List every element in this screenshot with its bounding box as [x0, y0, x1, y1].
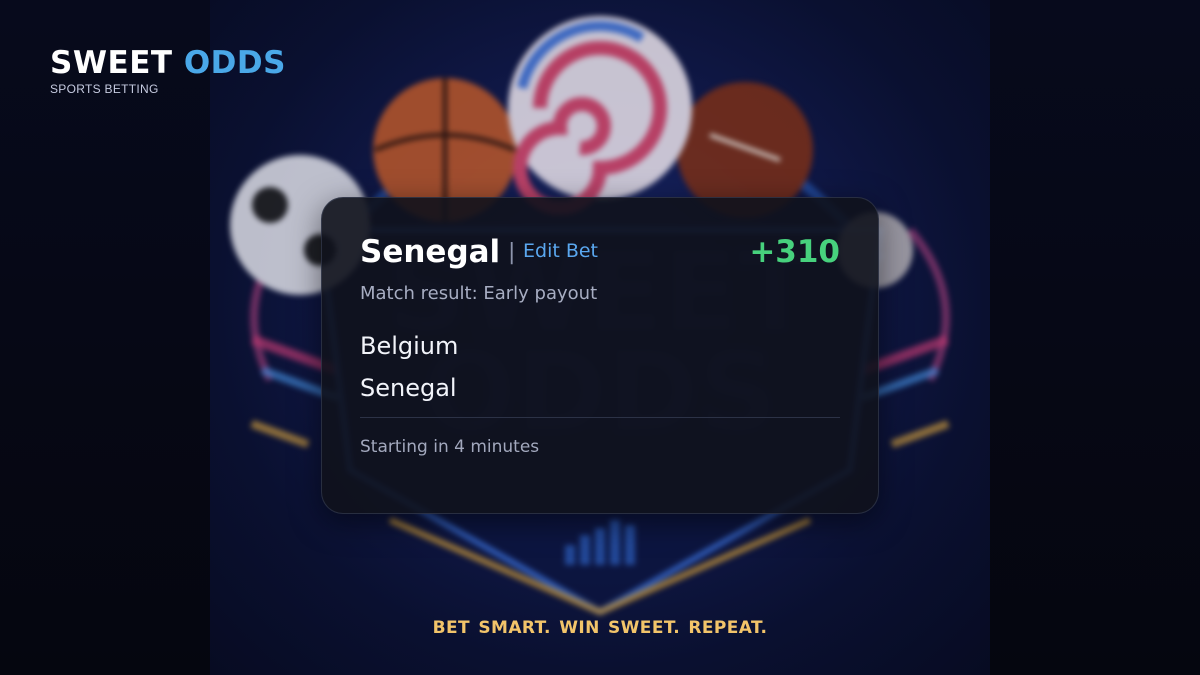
header-separator: |	[508, 240, 516, 265]
brand-subtitle: SPORTS BETTING	[50, 82, 159, 96]
right-backdrop	[990, 0, 1200, 675]
edit-bet-link[interactable]: Edit Bet	[523, 236, 598, 266]
brand-name: SWEET ODDS	[50, 44, 286, 82]
bet-odds: +310	[749, 234, 840, 270]
match-start-status: Starting in 4 minutes	[360, 437, 540, 457]
left-backdrop	[0, 0, 210, 675]
tagline: BET SMART. WIN SWEET. REPEAT.	[432, 618, 768, 638]
bet-card-header: Senegal | Edit Bet +310	[360, 232, 840, 272]
brand-name-primary: SWEET	[50, 45, 173, 81]
card-divider	[360, 417, 840, 418]
team-home: Belgium	[360, 332, 459, 360]
team-away: Senegal	[360, 374, 457, 402]
bet-selection: Senegal	[360, 234, 501, 270]
brand-logo: SWEET ODDS SPORTS BETTING	[50, 44, 286, 96]
screen: SWEET ODDS SWEET ODDS SPORTS BETTING Sen…	[0, 0, 1200, 675]
bet-card: Senegal | Edit Bet +310 Match result: Ea…	[321, 197, 879, 514]
brand-name-accent: ODDS	[183, 45, 286, 81]
bet-market: Match result: Early payout	[360, 283, 598, 304]
